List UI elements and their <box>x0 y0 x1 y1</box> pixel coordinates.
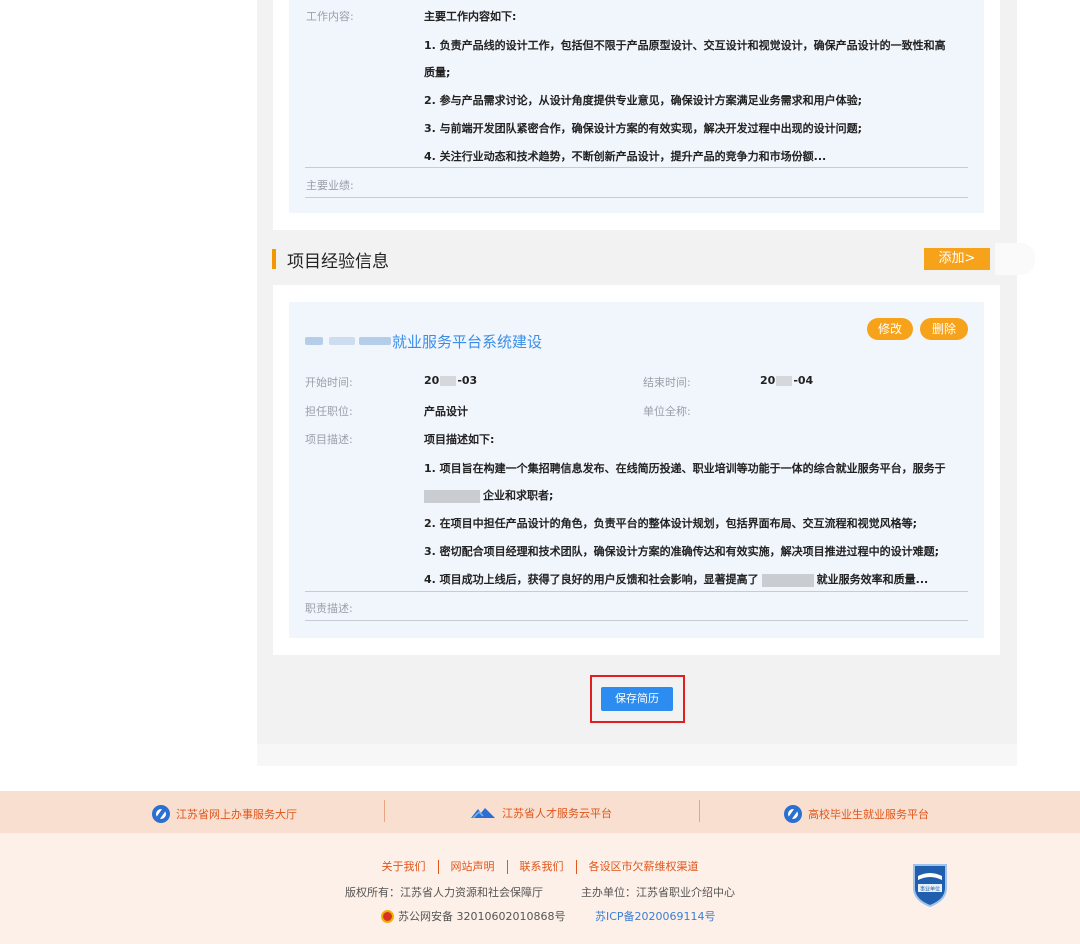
divider <box>305 591 968 592</box>
icp-link[interactable]: 苏ICP备2020069114号 <box>595 908 716 924</box>
statement-link[interactable]: 网站声明 <box>451 860 495 873</box>
company-label: 单位全称: <box>643 405 691 418</box>
save-resume-button[interactable]: 保存简历 <box>601 687 673 711</box>
work-content-line: 2. 参与产品需求讨论，从设计角度提供专业意见，确保设计方案满足业务需求和用户体… <box>424 94 863 107</box>
project-desc-line: 3. 密切配合项目经理和技术团队，确保设计方案的准确传达和有效实施，解决项目推进… <box>424 545 940 558</box>
project-desc-line: 企业和求职者; <box>424 487 553 503</box>
edit-project-button[interactable]: 修改 <box>867 318 913 340</box>
police-emblem-icon <box>381 909 394 923</box>
position-value: 产品设计 <box>424 405 468 418</box>
work-content-label: 工作内容: <box>306 10 354 23</box>
work-content-line: 主要工作内容如下: <box>424 10 517 23</box>
project-desc-line: 4. 项目成功上线后，获得了良好的用户反馈和社会影响，显著提高了 就业服务效率和质… <box>424 573 929 587</box>
work-content-line: 3. 与前端开发团队紧密合作，确保设计方案的有效实现，解决开发过程中出现的设计问… <box>424 122 863 135</box>
add-project-button[interactable]: 添加> <box>924 248 990 270</box>
redacted-region <box>305 334 391 348</box>
delete-project-button[interactable]: 删除 <box>920 318 968 340</box>
start-time-label: 开始时间: <box>305 376 353 389</box>
wage-rights-link[interactable]: 各设区市欠薪维权渠道 <box>589 860 699 873</box>
divider <box>305 620 968 621</box>
end-time-label: 结束时间: <box>643 376 691 389</box>
host-text: 主办单位：江苏省职业介绍中心 <box>581 886 735 899</box>
footer-nav-separator <box>506 860 508 874</box>
gongan-record: 苏公网安备 32010602010868号 <box>381 908 565 924</box>
add-button-shadow <box>995 243 1035 275</box>
copyright-text: 版权所有：江苏省人力资源和社会保障厅 <box>345 886 543 899</box>
talent-cloud-icon <box>471 808 495 819</box>
badge-text: 事业单位 <box>920 886 940 893</box>
gov-service-icon <box>152 805 170 823</box>
end-time-value: 20 -04 <box>760 374 814 387</box>
project-desc-line: 项目描述如下: <box>424 433 495 446</box>
project-section-title: 项目经验信息 <box>287 252 389 272</box>
footer-link-gov-service[interactable]: 江苏省网上办事服务大厅 <box>152 805 297 823</box>
footer-nav-separator <box>437 860 439 874</box>
position-label: 担任职位: <box>305 405 353 418</box>
project-desc-label: 项目描述: <box>305 433 353 446</box>
project-desc-line: 2. 在项目中担任产品设计的角色，负责平台的整体设计规划，包括界面布局、交互流程… <box>424 517 918 530</box>
work-content-line: 4. 关注行业动态和技术趋势，不断创新产品设计，提升产品的竞争力和市场份额... <box>424 150 827 163</box>
public-institution-badge-icon[interactable]: 事业单位 <box>910 862 950 908</box>
duty-desc-label: 职责描述: <box>305 602 353 615</box>
achievements-label: 主要业绩: <box>306 179 354 192</box>
graduate-platform-icon <box>784 805 802 823</box>
start-time-value: 20 -03 <box>424 374 478 387</box>
footer-nav-separator <box>575 860 577 874</box>
about-link[interactable]: 关于我们 <box>382 860 426 873</box>
project-desc-line: 1. 项目旨在构建一个集招聘信息发布、在线简历投递、职业培训等功能于一体的综合就… <box>424 462 946 475</box>
divider <box>305 167 968 168</box>
panel-bottom-strip <box>257 744 1017 766</box>
divider <box>305 197 968 198</box>
footer-link-graduate-platform[interactable]: 高校毕业生就业服务平台 <box>784 805 929 823</box>
work-content-line: 1. 负责产品线的设计工作，包括但不限于产品原型设计、交互设计和视觉设计，确保产… <box>424 39 946 52</box>
footer-separator <box>384 800 385 822</box>
work-content-line: 质量; <box>424 66 451 79</box>
project-title-link[interactable]: 就业服务平台系统建设 <box>392 331 542 352</box>
contact-link[interactable]: 联系我们 <box>520 860 564 873</box>
footer-link-talent-cloud[interactable]: 江苏省人才服务云平台 <box>470 805 612 821</box>
footer-separator <box>699 800 700 822</box>
section-accent-bar <box>272 249 276 269</box>
